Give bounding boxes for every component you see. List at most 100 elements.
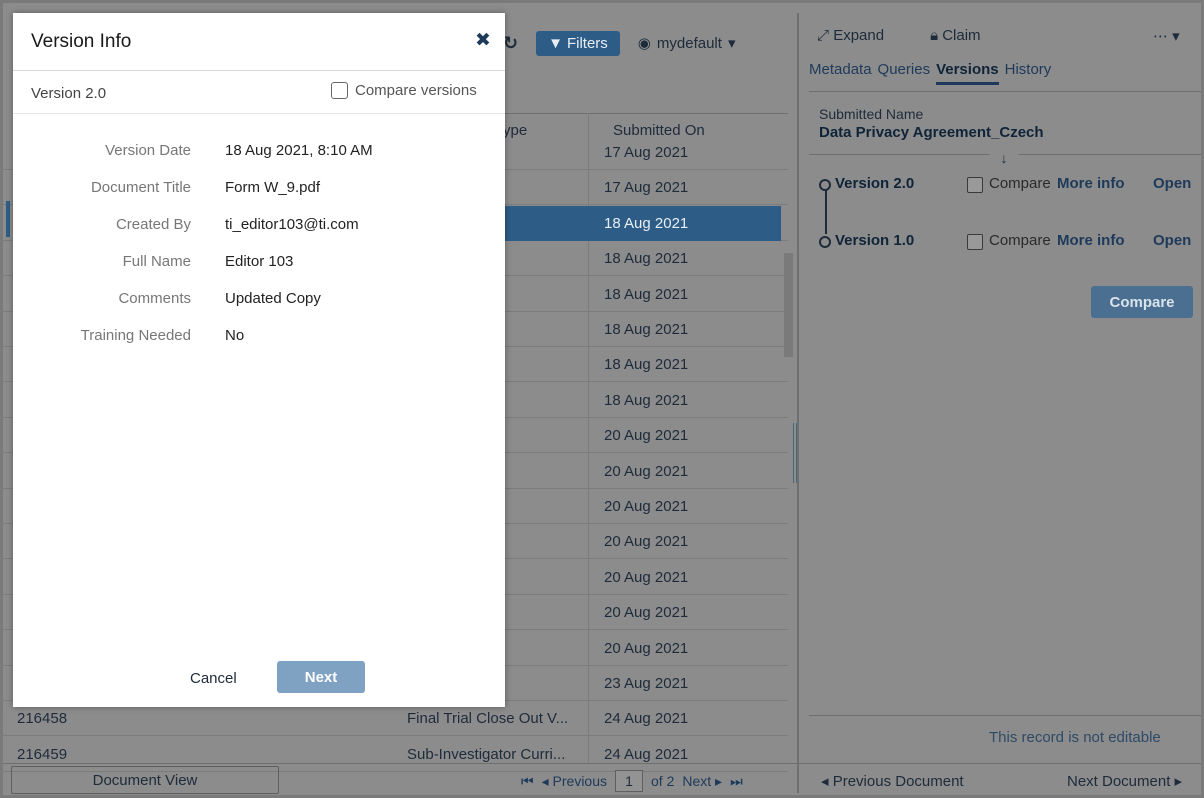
- cell-submitted-on: 20 Aug 2021: [604, 462, 689, 480]
- view-dropdown[interactable]: ◉ mydefault ▾: [638, 34, 736, 53]
- version-name: Version 2.0: [835, 175, 915, 192]
- field-label: Full Name: [122, 253, 191, 270]
- page-count: of 2: [651, 773, 675, 789]
- cancel-button[interactable]: Cancel: [190, 670, 237, 687]
- dialog-divider: [13, 113, 505, 114]
- timeline-dot: [819, 236, 831, 248]
- cell-submitted-on: 18 Aug 2021: [604, 214, 689, 232]
- more-info-link[interactable]: More info: [1057, 175, 1125, 192]
- first-page-icon[interactable]: ⏮︎: [521, 773, 534, 790]
- view-label: mydefault: [656, 34, 722, 52]
- open-link[interactable]: Open: [1153, 232, 1191, 249]
- compare-checkbox[interactable]: [967, 234, 983, 250]
- field-value: No: [225, 327, 245, 344]
- chevron-down-icon: ▾: [727, 35, 736, 52]
- lock-icon: 🔒︎: [930, 27, 939, 44]
- field-label: Training Needed: [80, 327, 191, 344]
- previous-page-button[interactable]: ◂ Previous: [542, 773, 607, 790]
- compare-label: Compare: [989, 232, 1051, 249]
- cell-submitted-on: 20 Aug 2021: [604, 639, 689, 657]
- pane-divider: [797, 13, 799, 793]
- cell-submitted-on: 24 Aug 2021: [604, 745, 689, 763]
- compare-versions-checkbox[interactable]: [331, 82, 348, 99]
- next-page-button[interactable]: Next ▸: [682, 773, 722, 790]
- page-number-input[interactable]: 1: [615, 770, 643, 792]
- compare-versions-label: Compare versions: [355, 82, 477, 99]
- field-value: ti_editor103@ti.com: [225, 216, 359, 233]
- claim-label: Claim: [942, 27, 981, 44]
- cell-submitted-on: 17 Aug 2021: [604, 179, 689, 197]
- document-actions: ⤢ Expand 🔒︎ Claim: [817, 27, 981, 44]
- selected-row-indicator: [6, 201, 10, 237]
- expand-icon: ⤢: [817, 27, 830, 44]
- tab-queries[interactable]: Queries: [878, 61, 931, 85]
- previous-label: Previous: [552, 772, 607, 789]
- filter-icon: ▼: [548, 34, 563, 52]
- field-label: Created By: [115, 216, 191, 233]
- version-row: Version 1.0 Compare More info Open: [817, 232, 1201, 256]
- document-view-button[interactable]: Document View: [11, 766, 279, 794]
- compare-checkbox[interactable]: [967, 177, 983, 193]
- field-created-by: Created By ti_editor103@ti.com: [13, 216, 505, 242]
- cell-id: 216459: [17, 745, 68, 763]
- cell-submitted-on: 18 Aug 2021: [604, 356, 689, 374]
- previous-document-button[interactable]: ◂ Previous Document: [821, 772, 964, 790]
- refresh-icon[interactable]: ↻: [503, 33, 518, 54]
- expand-label: Expand: [833, 27, 885, 44]
- cell-submitted-on: 23 Aug 2021: [604, 675, 689, 692]
- last-page-icon[interactable]: ⏭︎: [730, 773, 743, 790]
- field-value: Editor 103: [225, 253, 294, 270]
- tab-history[interactable]: History: [1005, 61, 1052, 85]
- version-name: Version 1.0: [835, 232, 915, 249]
- tabs-divider: [809, 91, 1201, 92]
- cell-submitted-on: 18 Aug 2021: [604, 391, 689, 409]
- bottom-bar: Document View ⏮︎ ◂ Previous 1 of 2 Next …: [3, 763, 1201, 795]
- compare-label: Compare: [989, 175, 1051, 192]
- field-label: Document Title: [90, 179, 191, 196]
- cell-submitted-on: 17 Aug 2021: [604, 144, 689, 161]
- cell-submitted-on: 20 Aug 2021: [604, 498, 689, 515]
- status-divider: [809, 715, 1201, 716]
- next-label: Next: [682, 772, 712, 789]
- claim-button[interactable]: 🔒︎ Claim: [930, 27, 981, 44]
- not-editable-notice: This record is not editable: [989, 729, 1161, 746]
- arrow-down-icon[interactable]: ↓: [989, 143, 1019, 173]
- close-icon[interactable]: ✖: [475, 29, 491, 52]
- version-row: Version 2.0 Compare More info Open: [817, 175, 1201, 199]
- field-version-date: Version Date 18 Aug 2021, 8:10 AM: [13, 142, 505, 168]
- cell-submitted-on: 20 Aug 2021: [604, 427, 689, 445]
- next-document-label: Next Document: [1067, 773, 1171, 790]
- submitted-name-label: Submitted Name: [819, 106, 924, 122]
- field-training-needed: Training Needed No: [13, 327, 505, 353]
- submitted-name-value: Data Privacy Agreement_Czech: [819, 124, 1044, 141]
- detail-tabs: Metadata Queries Versions History: [809, 61, 1051, 85]
- open-link[interactable]: Open: [1153, 175, 1191, 192]
- list-toolbar: ↻ ▼ Filters ◉ mydefault ▾: [503, 23, 735, 63]
- table-scrollbar[interactable]: [784, 253, 793, 357]
- cell-type: Sub-Investigator Curri...: [407, 745, 566, 763]
- previous-document-label: Previous Document: [832, 773, 964, 790]
- more-info-link[interactable]: More info: [1057, 232, 1125, 249]
- cell-submitted-on: 20 Aug 2021: [604, 604, 689, 622]
- more-options-button[interactable]: ⋯ ▾: [1153, 27, 1180, 45]
- dialog-title: Version Info: [31, 31, 132, 52]
- pagination: ⏮︎ ◂ Previous 1 of 2 Next ▸ ⏭︎: [521, 770, 743, 792]
- dialog-header: Version Info ✖: [13, 13, 505, 71]
- next-button[interactable]: Next: [277, 661, 365, 693]
- filters-label: Filters: [566, 34, 608, 52]
- field-comments: Comments Updated Copy: [13, 290, 505, 316]
- field-label: Comments: [118, 290, 191, 307]
- field-value: 18 Aug 2021, 8:10 AM: [225, 142, 373, 159]
- field-value: Updated Copy: [225, 290, 321, 307]
- field-label: Version Date: [105, 142, 191, 159]
- filters-button[interactable]: ▼ Filters: [536, 30, 620, 56]
- expand-button[interactable]: ⤢ Expand: [817, 27, 884, 44]
- tab-metadata[interactable]: Metadata: [809, 61, 872, 85]
- compare-versions-toggle[interactable]: Compare versions: [331, 82, 477, 99]
- tab-versions[interactable]: Versions: [936, 61, 999, 85]
- field-document-title: Document Title Form W_9.pdf: [13, 179, 505, 205]
- next-document-button[interactable]: Next Document ▸: [1067, 772, 1182, 790]
- field-value: Form W_9.pdf: [225, 179, 321, 196]
- field-full-name: Full Name Editor 103: [13, 253, 505, 279]
- compare-versions-button[interactable]: Compare: [1091, 286, 1193, 318]
